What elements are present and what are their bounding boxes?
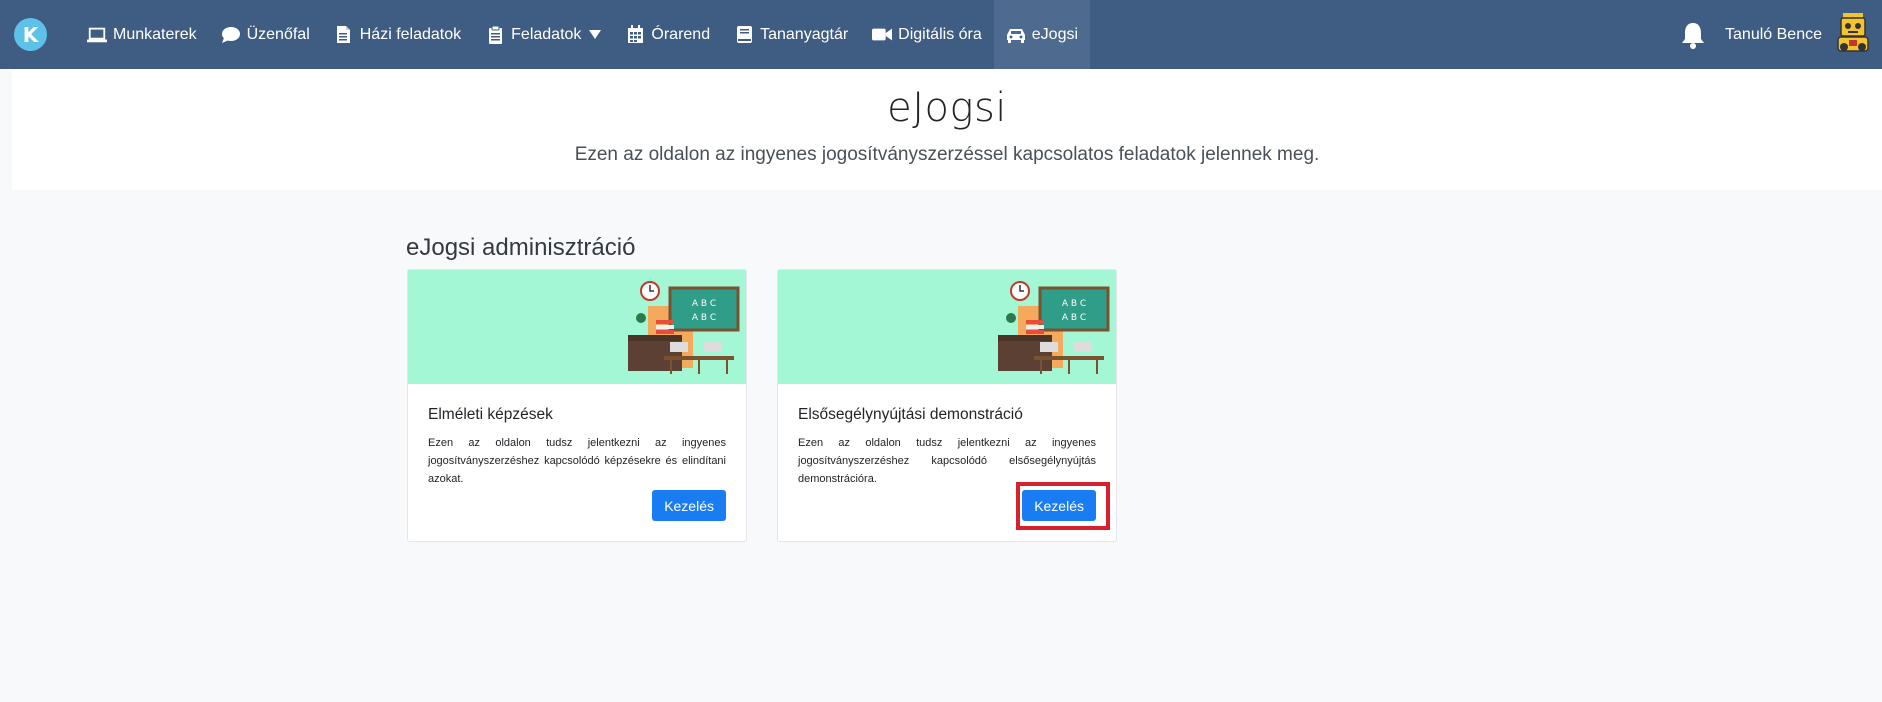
card-text: Ezen az oldalon tudsz jelentkezni az ing… xyxy=(798,437,1096,485)
card-elmeleti-kepzesek: A B C A B C Elméleti képzések Ezen az ol… xyxy=(407,269,747,542)
classroom-illustration: A B C A B C xyxy=(778,270,1116,384)
nav-menu: Munkaterek Üzenőfal Házi feladatok Felad… xyxy=(75,0,1091,69)
app-logo[interactable]: K xyxy=(14,18,47,51)
clipboard-icon xyxy=(485,25,505,45)
video-camera-icon xyxy=(872,25,893,45)
document-icon xyxy=(334,25,354,45)
nav-item-orarend[interactable]: Órarend xyxy=(613,0,722,69)
page-title: eJogsi xyxy=(887,85,1007,131)
nav-item-tananyagtar[interactable]: Tananyagtár xyxy=(722,0,860,69)
avatar[interactable] xyxy=(1832,11,1874,59)
nav-item-uzenofal[interactable]: Üzenőfal xyxy=(209,0,322,69)
svg-text:A B C: A B C xyxy=(1062,299,1086,309)
nav-item-feladatok[interactable]: Feladatok xyxy=(473,0,613,69)
section-title: eJogsi adminisztráció xyxy=(406,234,636,261)
classroom-illustration: A B C A B C xyxy=(408,270,746,384)
book-icon xyxy=(734,25,754,45)
car-icon xyxy=(1006,25,1026,45)
nav-item-ejogsi[interactable]: eJogsi xyxy=(993,0,1091,69)
card-title: Elsősegélynyújtási demonstráció xyxy=(798,406,1023,423)
calendar-icon xyxy=(625,25,645,45)
laptop-icon xyxy=(87,25,107,45)
chevron-down-icon xyxy=(589,27,602,42)
nav-item-hazi-feladatok[interactable]: Házi feladatok xyxy=(322,0,473,69)
page-subtitle: Ezen az oldalon az ingyenes jogosítványs… xyxy=(574,144,1320,165)
top-navbar: K Munkaterek Üzenőfal Házi feladatok Fel… xyxy=(0,0,1882,69)
svg-text:A B C: A B C xyxy=(1062,313,1086,323)
speech-bubble-icon xyxy=(221,25,241,45)
nav-right: Tanuló Bence xyxy=(1679,0,1882,69)
highlight-frame xyxy=(1016,482,1110,530)
bell-icon[interactable] xyxy=(1679,20,1707,50)
user-name[interactable]: Tanuló Bence xyxy=(1725,26,1822,44)
page-header: eJogsi Ezen az oldalon az ingyenes jogos… xyxy=(12,69,1882,190)
svg-text:A B C: A B C xyxy=(692,299,716,309)
card-title: Elméleti képzések xyxy=(428,406,553,423)
svg-text:A B C: A B C xyxy=(692,313,716,323)
kezeles-button[interactable]: Kezelés xyxy=(652,490,726,521)
card-text: Ezen az oldalon tudsz jelentkezni az ing… xyxy=(428,437,726,485)
nav-item-digitalis-ora[interactable]: Digitális óra xyxy=(860,0,994,69)
nav-item-munkaterek[interactable]: Munkaterek xyxy=(75,0,209,69)
